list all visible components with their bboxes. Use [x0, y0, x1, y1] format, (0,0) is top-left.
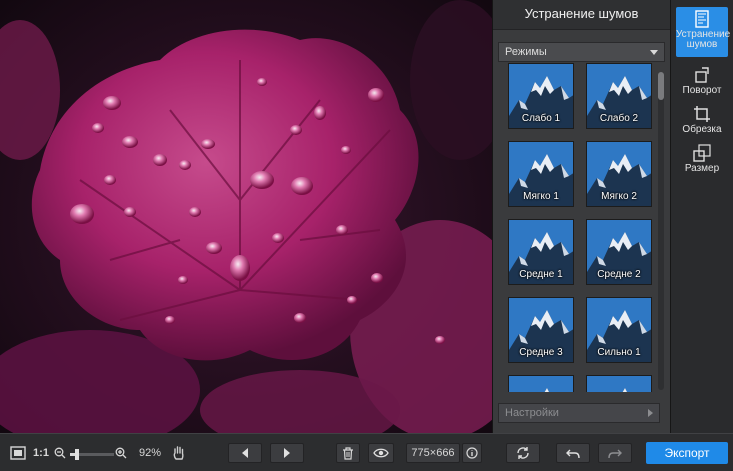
- hand-icon: [173, 446, 184, 460]
- zoom-in-icon: [115, 447, 127, 459]
- next-image-button[interactable]: [270, 443, 304, 463]
- modes-label: Режимы: [505, 46, 547, 58]
- preset-label: Средне 2: [597, 269, 641, 280]
- zoom-slider-handle[interactable]: [74, 449, 79, 460]
- modes-dropdown[interactable]: Режимы: [498, 42, 665, 62]
- mountain-preview-image: [509, 376, 573, 392]
- undo-icon: [566, 449, 580, 459]
- settings-section[interactable]: Настройки: [498, 403, 660, 423]
- preset-scrollbar[interactable]: [658, 72, 664, 390]
- preset-thumbnail[interactable]: Средне 2: [586, 219, 652, 285]
- zoom-out-button[interactable]: [53, 443, 67, 463]
- tool-label: Размер: [684, 163, 720, 174]
- redo-icon: [608, 449, 622, 459]
- denoise-icon: [695, 10, 709, 28]
- preset-thumbnail[interactable]: Слабо 1: [508, 63, 574, 129]
- settings-label: Настройки: [505, 407, 559, 419]
- refresh-icon: [517, 447, 529, 459]
- info-button[interactable]: [462, 443, 482, 463]
- preset-thumbnail[interactable]: Мягко 1: [508, 141, 574, 207]
- zoom-slider[interactable]: [70, 449, 114, 460]
- arrow-left-icon: [242, 448, 248, 458]
- reset-button[interactable]: [506, 443, 540, 463]
- preset-label: Мягко 2: [601, 191, 637, 202]
- hand-tool-button[interactable]: [170, 443, 188, 463]
- delete-button[interactable]: [336, 443, 360, 463]
- export-button[interactable]: Экспорт: [646, 442, 728, 464]
- panel-title: Устранение шумов: [493, 0, 670, 30]
- zoom-value: 92%: [138, 447, 162, 459]
- arrow-right-icon: [284, 448, 290, 458]
- preset-label: Средне 1: [519, 269, 563, 280]
- tool-crop[interactable]: Обрезка: [676, 103, 728, 135]
- photo-editor-window: Устранение шумов Режимы Слабо 1 Слабо 2 Мя…: [0, 0, 733, 471]
- actual-size-button[interactable]: 1:1: [32, 443, 50, 463]
- bottom-toolbar: 1:1 92% 775×666 Экспорт: [0, 433, 733, 471]
- image-size: 775×666: [406, 443, 460, 463]
- trash-icon: [343, 446, 353, 460]
- rotate-icon: [695, 67, 709, 83]
- tool-denoise[interactable]: Устранение шумов: [676, 7, 731, 57]
- preset-thumbnail[interactable]: [508, 375, 574, 392]
- prev-image-button[interactable]: [228, 443, 262, 463]
- tool-label: Устранение шумов: [676, 29, 731, 50]
- tool-label: Поворот: [682, 85, 722, 96]
- redo-button[interactable]: [598, 443, 632, 463]
- fit-screen-button[interactable]: [8, 443, 28, 463]
- crop-icon: [694, 106, 710, 122]
- mountain-preview-image: [587, 376, 651, 392]
- chevron-down-icon: [650, 49, 658, 55]
- preset-thumbnail[interactable]: [586, 375, 652, 392]
- eye-icon: [373, 448, 389, 458]
- tools-column: Устранение шумов Поворот Обрезка Размер: [670, 0, 733, 433]
- zoom-out-icon: [54, 447, 66, 459]
- fit-screen-icon: [10, 446, 26, 460]
- image-canvas[interactable]: [0, 0, 492, 433]
- tool-label: Обрезка: [682, 124, 722, 135]
- tool-rotate[interactable]: Поворот: [676, 64, 728, 96]
- preset-thumbnail[interactable]: Сильно 1: [586, 297, 652, 363]
- preset-label: Сильно 1: [597, 347, 641, 358]
- preset-label: Слабо 1: [521, 113, 561, 124]
- scrollbar-thumb[interactable]: [658, 72, 664, 100]
- preset-list[interactable]: Слабо 1 Слабо 2 Мягко 1 Мягко 2 Средне 1 Сред…: [498, 62, 660, 392]
- zoom-in-button[interactable]: [114, 443, 128, 463]
- preset-thumbnail[interactable]: Слабо 2: [586, 63, 652, 129]
- undo-button[interactable]: [556, 443, 590, 463]
- preset-label: Мягко 1: [523, 191, 559, 202]
- preview-button[interactable]: [368, 443, 394, 463]
- preset-thumbnail[interactable]: Средне 1: [508, 219, 574, 285]
- preset-thumbnail[interactable]: Мягко 2: [586, 141, 652, 207]
- denoise-panel: Устранение шумов Режимы Слабо 1 Слабо 2 Мя…: [492, 0, 670, 433]
- chevron-right-icon: [648, 409, 653, 417]
- resize-icon: [693, 144, 711, 162]
- info-icon: [466, 447, 478, 459]
- tool-resize[interactable]: Размер: [676, 142, 728, 174]
- preset-label: Слабо 2: [599, 113, 639, 124]
- leaf-photo: [0, 0, 492, 433]
- preset-thumbnail[interactable]: Средне 3: [508, 297, 574, 363]
- preset-label: Средне 3: [519, 347, 563, 358]
